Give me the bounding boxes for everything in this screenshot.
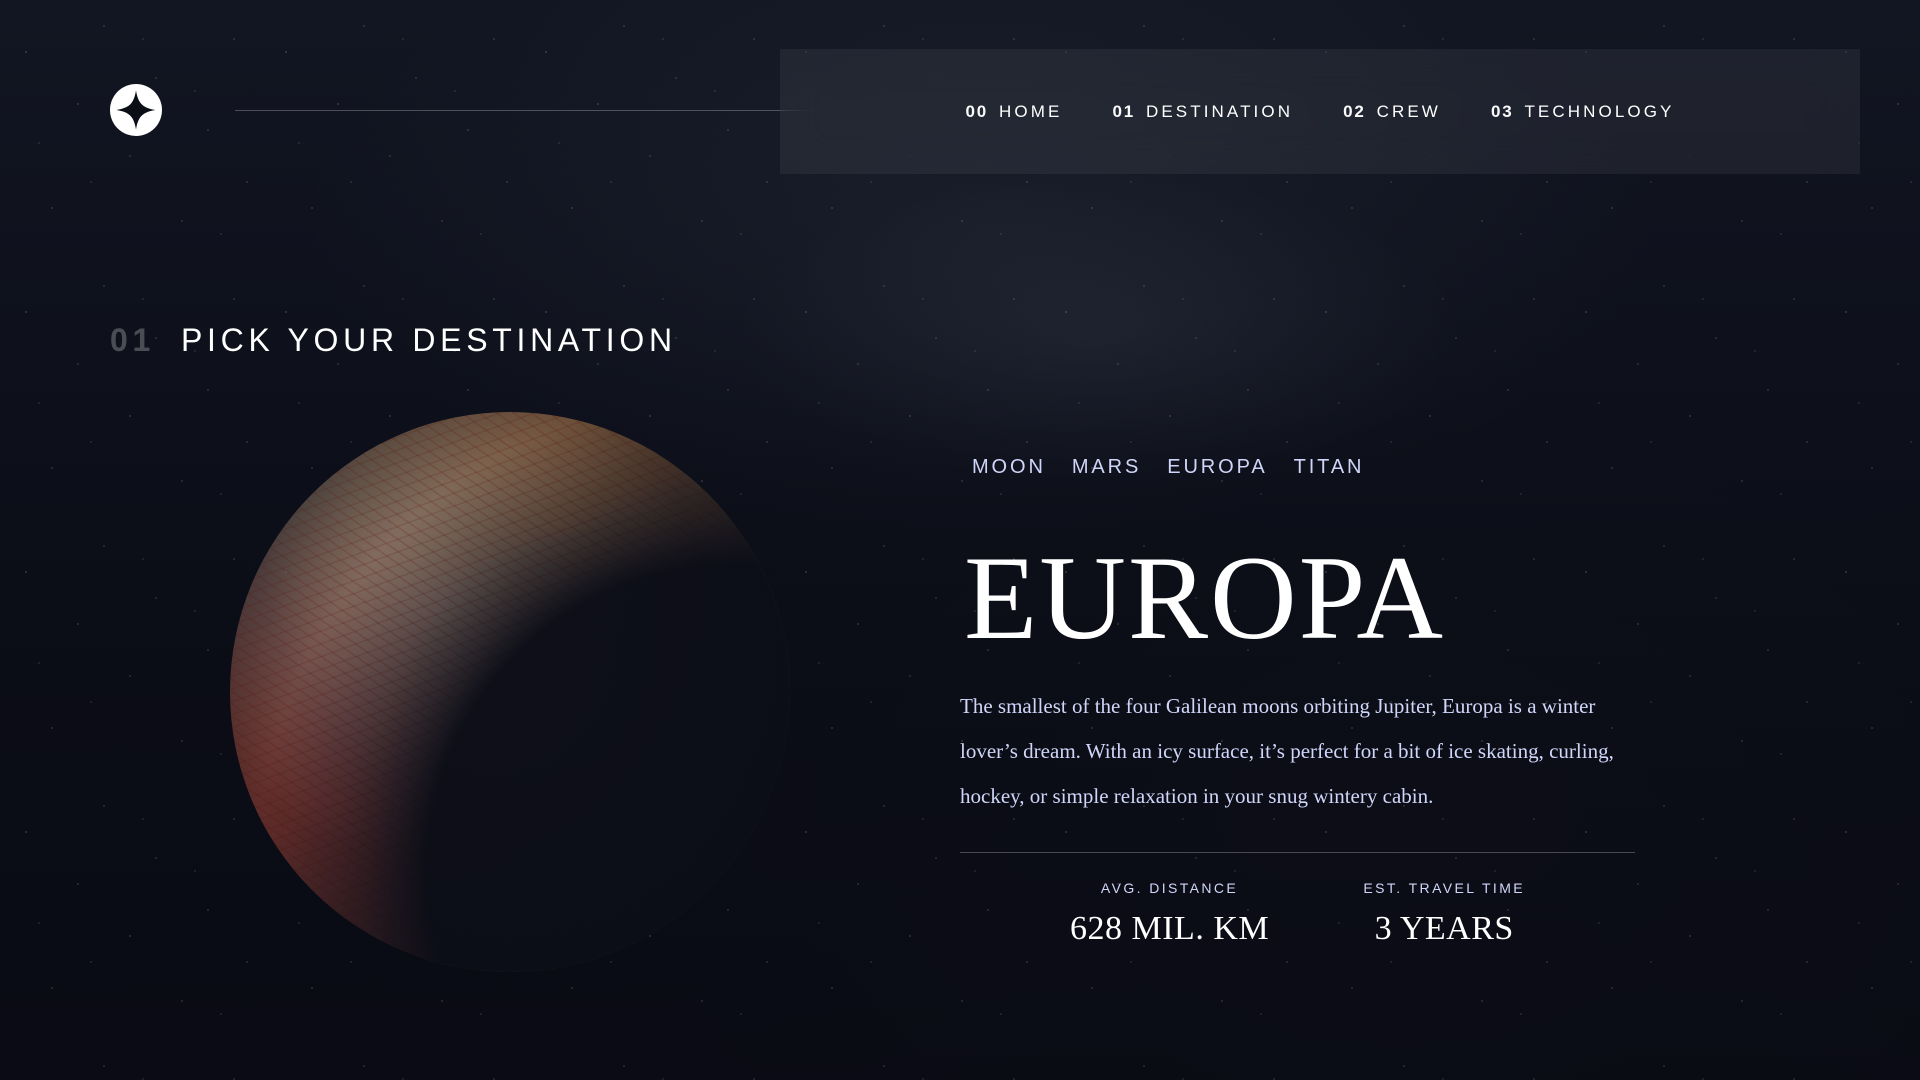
destination-tabs: MOON MARS EUROPA TITAN	[972, 456, 1364, 489]
stats-divider	[960, 852, 1635, 853]
nav-item-destination[interactable]: 01 DESTINATION	[1112, 84, 1293, 140]
primary-navigation: 00 HOME 01 DESTINATION 02 CREW 03 TECHNO…	[780, 49, 1860, 174]
tab-titan[interactable]: TITAN	[1294, 456, 1365, 489]
nav-number: 02	[1343, 101, 1366, 121]
nav-label: CREW	[1376, 101, 1441, 121]
destination-stats: AVG. DISTANCE 628 MIL. KM EST. TRAVEL TI…	[960, 880, 1635, 948]
nav-label: HOME	[999, 101, 1063, 121]
stat-value: 628 MIL. KM	[1070, 910, 1270, 947]
nav-number: 03	[1490, 101, 1514, 121]
tab-mars[interactable]: MARS	[1072, 456, 1141, 489]
page-title-number: 01	[110, 322, 155, 358]
stat-value: 3 YEARS	[1374, 910, 1514, 947]
nav-item-home[interactable]: 00 HOME	[966, 84, 1063, 140]
nav-label: DESTINATION	[1145, 101, 1294, 121]
nav-number: 00	[965, 101, 989, 121]
stat-avg-distance: AVG. DISTANCE 628 MIL. KM	[1070, 880, 1269, 948]
destination-description: The smallest of the four Galilean moons …	[960, 694, 1614, 808]
nav-number: 01	[1112, 101, 1135, 121]
nav-label: TECHNOLOGY	[1524, 101, 1675, 121]
stat-label: AVG. DISTANCE	[1100, 880, 1239, 896]
planet-shadow	[230, 412, 790, 972]
stat-travel-time: EST. TRAVEL TIME 3 YEARS	[1363, 880, 1525, 948]
tab-moon[interactable]: MOON	[972, 456, 1046, 489]
destination-name: EUROPA	[964, 531, 1446, 664]
header-divider	[235, 110, 823, 111]
page-title-text: PICK YOUR DESTINATION	[181, 322, 677, 358]
nav-item-technology[interactable]: 03 TECHNOLOGY	[1491, 84, 1675, 140]
star-logo-icon[interactable]	[110, 84, 162, 136]
tab-europa[interactable]: EUROPA	[1167, 456, 1267, 489]
nav-item-crew[interactable]: 02 CREW	[1343, 84, 1441, 140]
planet-image	[230, 412, 790, 972]
stat-label: EST. TRAVEL TIME	[1363, 880, 1525, 896]
page-title: 01 PICK YOUR DESTINATION	[110, 322, 677, 359]
